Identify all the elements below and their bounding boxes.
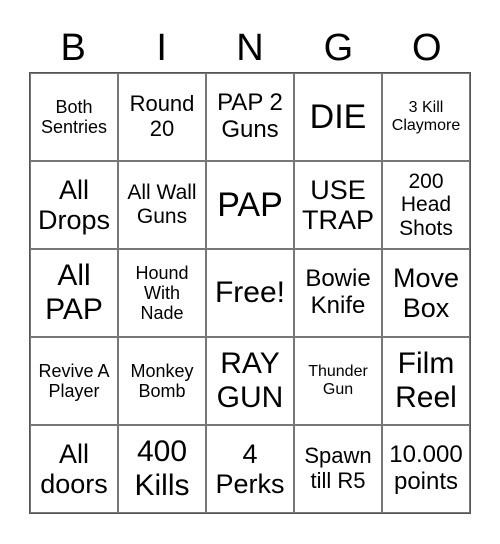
bingo-cell[interactable]: Both Sentries xyxy=(30,73,118,161)
bingo-cell[interactable]: USE TRAP xyxy=(294,161,382,249)
bingo-cell[interactable]: 10.000 points xyxy=(382,425,470,513)
bingo-cell[interactable]: PAP 2 Guns xyxy=(206,73,294,161)
bingo-cell[interactable]: PAP xyxy=(206,161,294,249)
bingo-cell[interactable]: Move Box xyxy=(382,249,470,337)
bingo-cell[interactable]: RAY GUN xyxy=(206,337,294,425)
bingo-header: B I N G O xyxy=(29,24,471,72)
bingo-cell[interactable]: Revive A Player xyxy=(30,337,118,425)
bingo-cell[interactable]: Film Reel xyxy=(382,337,470,425)
bingo-cell[interactable]: DIE xyxy=(294,73,382,161)
header-letter-b: B xyxy=(60,27,86,69)
bingo-cell[interactable]: Hound With Nade xyxy=(118,249,206,337)
bingo-cell[interactable]: All PAP xyxy=(30,249,118,337)
bingo-cell[interactable]: Monkey Bomb xyxy=(118,337,206,425)
bingo-cell[interactable]: All doors xyxy=(30,425,118,513)
bingo-cell[interactable]: Thunder Gun xyxy=(294,337,382,425)
bingo-cell[interactable]: 400 Kills xyxy=(118,425,206,513)
bingo-cell[interactable]: 200 Head Shots xyxy=(382,161,470,249)
bingo-cell[interactable]: All Drops xyxy=(30,161,118,249)
bingo-grid: Both Sentries Round 20 PAP 2 Guns DIE 3 … xyxy=(29,72,471,514)
free-space-cell[interactable]: Free! xyxy=(206,249,294,337)
bingo-cell[interactable]: Bowie Knife xyxy=(294,249,382,337)
bingo-cell[interactable]: Spawn till R5 xyxy=(294,425,382,513)
header-letter-g: G xyxy=(323,27,354,69)
header-letter-n: N xyxy=(236,27,264,69)
header-letter-o: O xyxy=(412,27,442,69)
bingo-cell[interactable]: Round 20 xyxy=(118,73,206,161)
bingo-cell[interactable]: 3 Kill Claymore xyxy=(382,73,470,161)
bingo-cell[interactable]: All Wall Guns xyxy=(118,161,206,249)
header-letter-i: I xyxy=(156,27,167,69)
bingo-cell[interactable]: 4 Perks xyxy=(206,425,294,513)
